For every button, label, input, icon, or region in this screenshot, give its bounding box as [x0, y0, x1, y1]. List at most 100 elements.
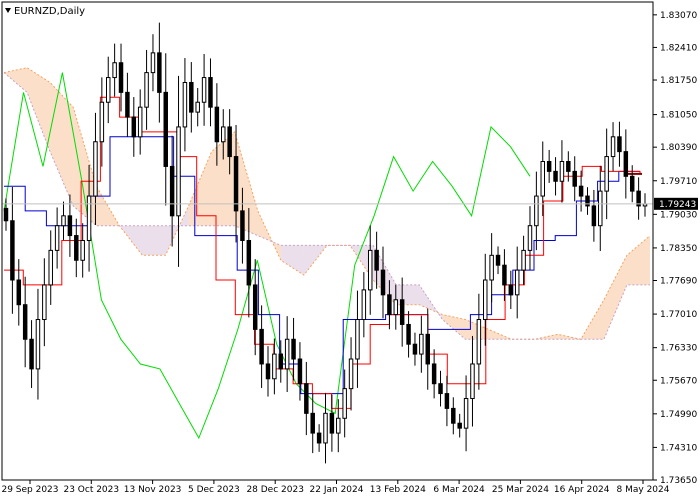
price-tick-label: 1.75670: [660, 376, 697, 386]
candle-body: [502, 264, 507, 286]
candle-body: [22, 304, 28, 340]
candle-body: [355, 319, 360, 360]
candle-body: [42, 284, 47, 321]
time-tick-label: 13 Feb 2024: [370, 485, 426, 495]
candle-body: [476, 319, 482, 365]
price-tick-label: 1.74990: [660, 410, 697, 420]
candle-body: [457, 422, 462, 429]
candle-body: [598, 190, 603, 227]
candle-body: [559, 160, 565, 182]
candle-body: [265, 363, 271, 380]
candle-body: [374, 249, 379, 271]
price-tick-label: 1.74310: [660, 443, 697, 453]
chart-background: [0, 0, 700, 500]
candle-body: [514, 269, 520, 296]
candle-body: [291, 338, 296, 360]
candle-body: [316, 432, 322, 444]
candle-body: [393, 299, 399, 316]
candle-body: [546, 160, 552, 172]
candle-body: [521, 249, 526, 271]
candle-body: [169, 165, 175, 217]
candle-body: [112, 62, 117, 79]
candle-body: [10, 220, 15, 281]
candle-body: [585, 195, 590, 207]
price-tick-label: 1.79030: [660, 210, 697, 220]
candle-body: [387, 294, 392, 316]
candle-body: [323, 412, 328, 444]
candle-body: [406, 323, 411, 345]
candle-body: [444, 393, 450, 409]
candle-body: [246, 240, 252, 286]
candle-body: [67, 215, 73, 237]
symbol-header[interactable]: EURNZD,Daily: [5, 6, 85, 17]
candle-body: [425, 333, 430, 365]
candle-body: [495, 254, 501, 266]
candle-body: [233, 156, 239, 212]
time-tick-label: 13 Nov 2023: [124, 485, 182, 495]
candle-body: [380, 269, 386, 296]
candle-body: [483, 279, 488, 321]
candle-body: [99, 101, 105, 143]
candle-body: [463, 398, 469, 429]
price-axis[interactable]: 1.83070 1.82410 1.81750 1.81050 1.80390 1.797…: [653, 11, 697, 486]
candle-body: [131, 116, 137, 138]
time-tick-label: 28 Dec 2023: [246, 485, 304, 495]
candle-body: [304, 383, 309, 414]
candle-body: [106, 77, 111, 103]
candle-body: [540, 160, 545, 197]
candle-body: [470, 363, 475, 400]
candle-body: [591, 205, 597, 227]
candle-body: [157, 52, 162, 93]
time-tick-label: 16 Apr 2024: [554, 485, 610, 495]
candle-body: [214, 106, 220, 143]
candle-body: [201, 77, 207, 103]
candle-body: [578, 185, 584, 197]
candle-body: [272, 353, 277, 380]
cloud-bearish-segment: [396, 284, 420, 305]
candle-body: [348, 358, 354, 390]
price-tick-label: 1.76330: [660, 344, 697, 354]
price-chart[interactable]: 1.79243 1.83070 1.82410 1.81750 1.81050 1.80…: [0, 0, 700, 500]
price-tick-label: 1.81750: [660, 76, 697, 86]
candle-body: [221, 126, 226, 143]
time-tick-label: 6 Mar 2024: [433, 485, 485, 495]
candle-body: [227, 126, 232, 158]
candle-body: [617, 136, 622, 153]
candle-body: [16, 279, 22, 306]
time-tick-label: 22 Jan 2024: [310, 485, 364, 495]
candle-body: [252, 284, 258, 330]
candle-body: [527, 225, 533, 251]
candle-body: [189, 81, 194, 113]
candle-body: [412, 343, 418, 355]
time-tick-label: 5 Dec 2023: [188, 485, 240, 495]
candle-body: [208, 77, 213, 108]
candle-body: [118, 62, 124, 93]
candle-body: [3, 207, 9, 222]
candle-body: [278, 353, 284, 370]
price-tick-label: 1.79710: [660, 177, 697, 187]
price-tick-label: 1.83070: [660, 11, 697, 21]
candle-body: [144, 72, 149, 108]
candle-body: [150, 52, 156, 74]
symbol-label: EURNZD,Daily: [14, 6, 85, 17]
candle-body: [163, 91, 168, 167]
candle-body: [419, 333, 424, 355]
time-tick-label: 29 Sep 2023: [1, 485, 58, 495]
candle-body: [438, 383, 443, 395]
candle-body: [451, 407, 456, 424]
candle-body: [604, 156, 609, 192]
candle-body: [137, 106, 143, 138]
candle-body: [329, 412, 335, 434]
candle-body: [93, 141, 98, 197]
candle-body: [310, 412, 315, 434]
candle-body: [572, 170, 577, 187]
time-tick-label: 23 Oct 2023: [63, 485, 119, 495]
candle-body: [342, 388, 347, 419]
candle-body: [48, 249, 53, 286]
current-price-label: 1.79243: [659, 200, 696, 210]
price-tick-label: 1.82410: [660, 43, 697, 53]
candle-body: [336, 417, 341, 434]
cloud-bearish-segment: [142, 225, 166, 256]
price-tick-label: 1.81050: [660, 111, 697, 121]
candle-body: [566, 160, 571, 172]
